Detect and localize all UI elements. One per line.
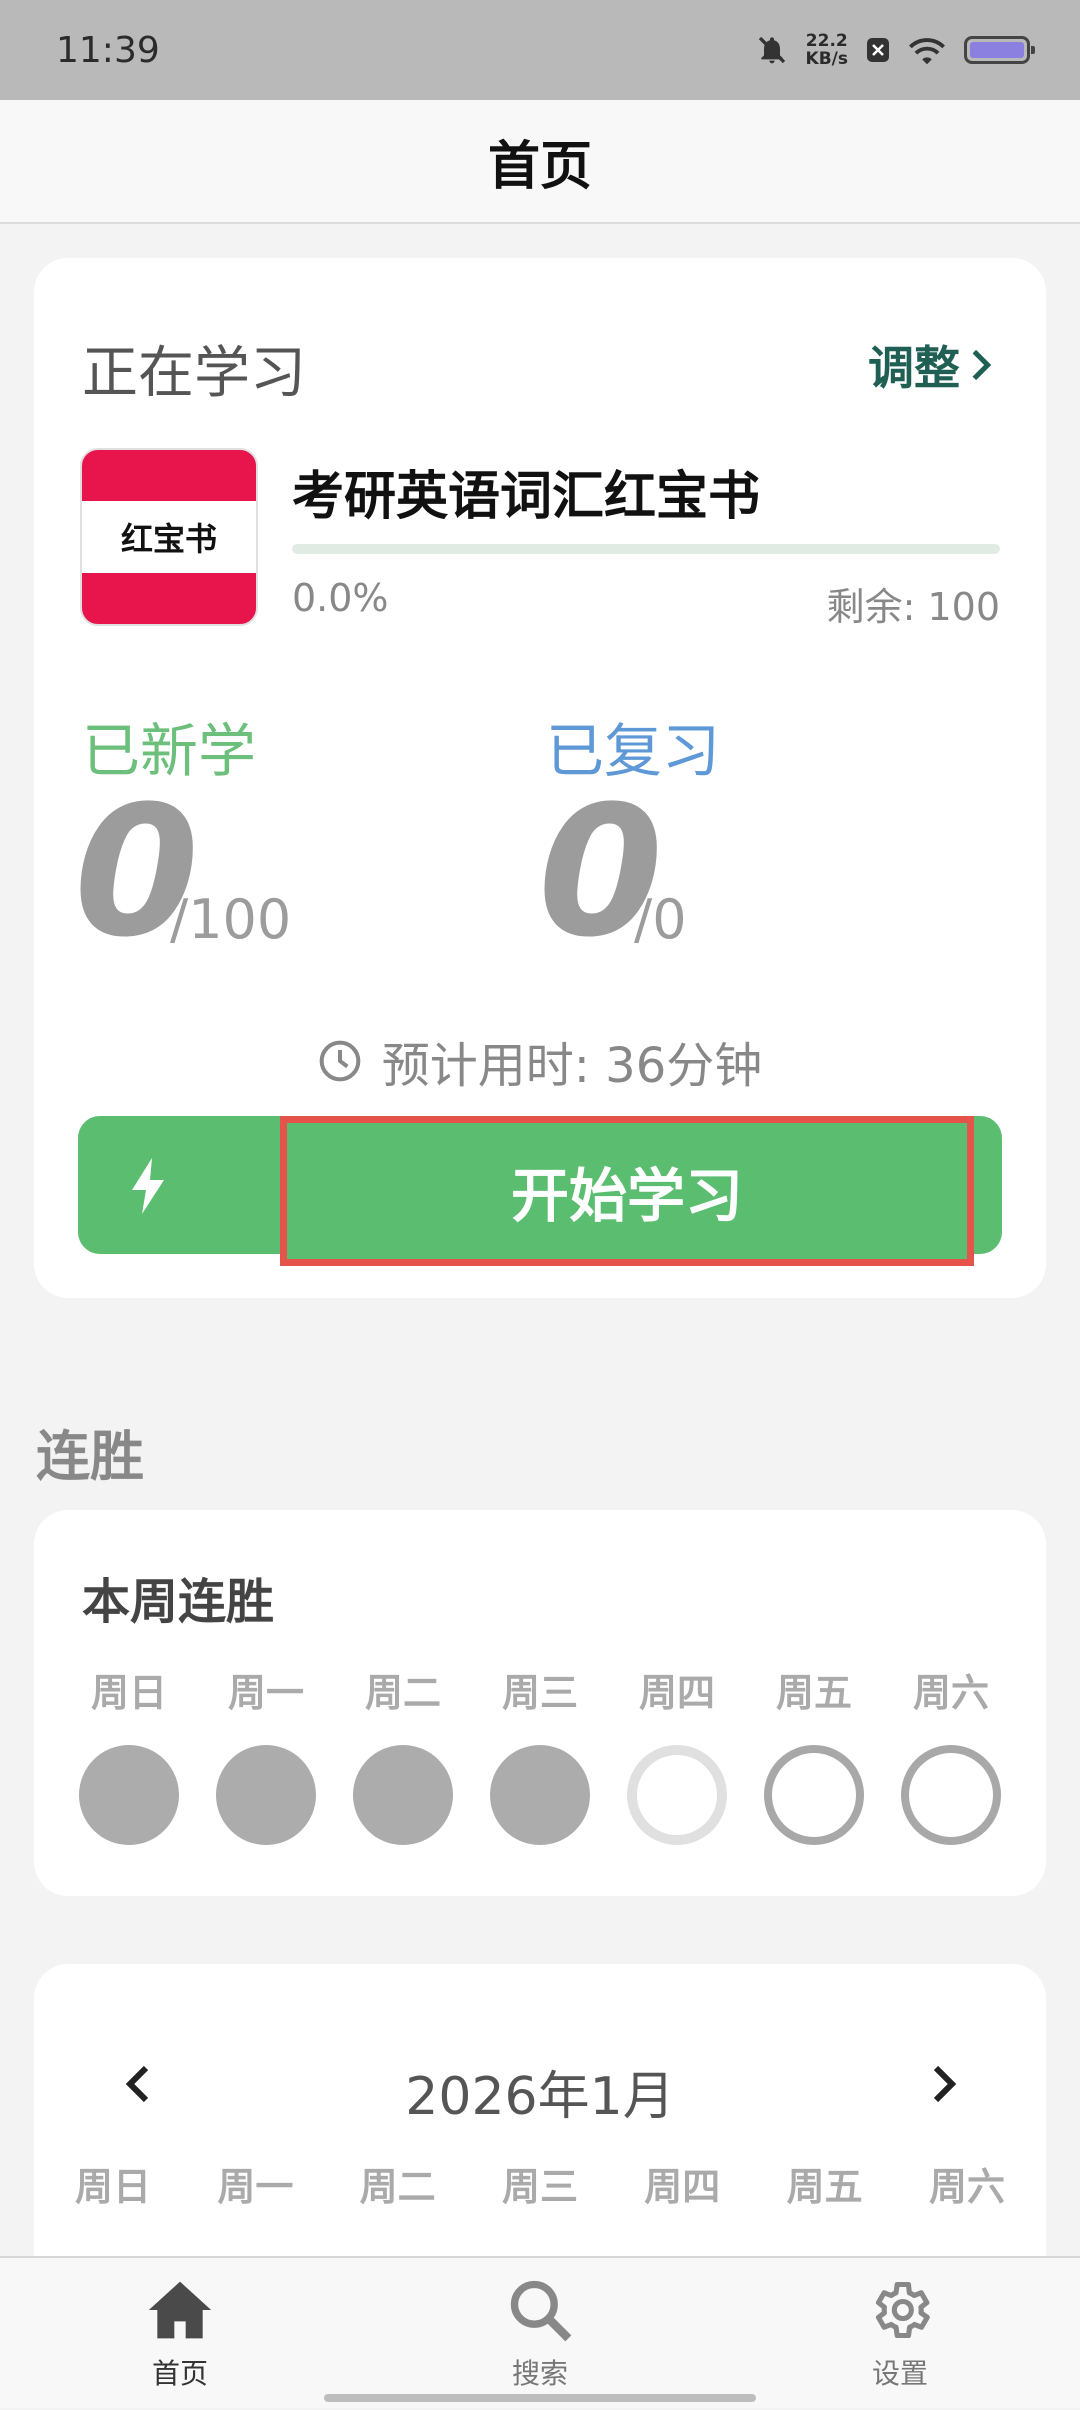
streak-day-dot <box>627 1745 727 1845</box>
nav-label-home: 首页 <box>151 2357 208 2390</box>
studying-label: 正在学习 <box>82 341 306 406</box>
calendar-weekday: 周四 <box>644 2165 721 2209</box>
calendar-month: 2026年1月 <box>405 2067 675 2127</box>
app-bar: 首页 <box>0 100 1080 224</box>
streak-heading: 连胜 <box>36 1425 144 1488</box>
calendar-weekdays: 周日 周一 周二 周三 周四 周五 周六 <box>48 2156 1032 2211</box>
wifi-icon <box>909 38 945 65</box>
estimated-time-text: 预计用时: 36分钟 <box>381 1038 763 1094</box>
calendar-weekday: 周一 <box>217 2165 294 2209</box>
net-speed-unit: KB/s <box>805 49 848 69</box>
current-study-card: 正在学习 调整 红宝书 考研英语词汇红宝书 0.0% 剩余: 100 已新学 已… <box>34 258 1046 1298</box>
start-study-button[interactable]: 开始学习 <box>280 1116 974 1266</box>
calendar-weekday: 周二 <box>359 2165 436 2209</box>
streak-day-label: 周五 <box>775 1671 852 1715</box>
streak-day-dot <box>901 1745 1001 1845</box>
streak-day-label: 周一 <box>227 1671 304 1715</box>
streak-day-label: 周六 <box>912 1671 989 1715</box>
book-cover-label: 红宝书 <box>82 501 256 573</box>
close-box-icon <box>867 38 889 62</box>
calendar-weekday: 周日 <box>74 2165 151 2209</box>
streak-day: 周五 <box>759 1662 869 1845</box>
nav-item-search[interactable]: 搜索 <box>440 2258 640 2410</box>
home-icon <box>148 2281 212 2339</box>
search-icon <box>510 2280 572 2342</box>
progress-percent: 0.0% <box>292 576 389 620</box>
remaining-count: 剩余: 100 <box>826 585 1000 629</box>
start-study-bar: 开始学习 <box>78 1116 1002 1266</box>
nav-label-settings: 设置 <box>871 2357 928 2390</box>
chevron-right-icon <box>972 349 992 381</box>
bell-off-icon <box>758 36 785 64</box>
adjust-label: 调整 <box>868 341 960 395</box>
streak-day: 周二 <box>348 1662 458 1845</box>
book-title: 考研英语词汇红宝书 <box>292 467 761 527</box>
streak-day: 周一 <box>211 1662 321 1845</box>
estimated-time: 预计用时: 36分钟 <box>34 1026 1046 1096</box>
calendar-weekday: 周五 <box>786 2165 863 2209</box>
weekly-streak-title: 本周连胜 <box>82 1574 275 1630</box>
book-cover[interactable]: 红宝书 <box>80 448 258 626</box>
streak-day-dot <box>216 1745 316 1845</box>
progress-bar <box>292 544 1000 554</box>
reviewed-total: /0 <box>634 888 687 951</box>
clock-icon <box>319 1040 361 1082</box>
streak-day-label: 周二 <box>364 1671 441 1715</box>
nav-item-settings[interactable]: 设置 <box>800 2258 1000 2410</box>
streak-day-label: 周日 <box>90 1671 167 1715</box>
lightning-icon <box>132 1158 164 1214</box>
calendar-weekday: 周六 <box>928 2165 1005 2209</box>
home-indicator <box>324 2394 756 2402</box>
status-bar: 11:39 22.2 KB/s <box>0 0 1080 100</box>
streak-day-label: 周三 <box>501 1671 578 1715</box>
streak-day: 周四 <box>622 1662 732 1845</box>
new-learned-total: /100 <box>170 888 292 951</box>
nav-item-home[interactable]: 首页 <box>80 2258 280 2410</box>
streak-day-label: 周四 <box>638 1671 715 1715</box>
nav-label-search: 搜索 <box>511 2357 568 2390</box>
chevron-right-icon[interactable] <box>924 2060 964 2108</box>
net-speed-value: 22.2 <box>805 31 848 51</box>
bottom-nav: 首页 搜索 设置 <box>0 2256 1080 2408</box>
weekly-streak-card: 本周连胜 周日 周一 周二 周三 周四 周五 周六 <box>34 1510 1046 1896</box>
streak-day: 周六 <box>896 1662 1006 1845</box>
adjust-button[interactable]: 调整 <box>868 332 996 398</box>
streak-day: 周日 <box>74 1662 184 1845</box>
battery-icon <box>964 36 1035 64</box>
gear-icon <box>875 2281 930 2339</box>
net-speed: 22.2 KB/s <box>806 32 848 68</box>
page-title: 首页 <box>487 136 592 197</box>
streak-day: 周三 <box>485 1662 595 1845</box>
status-time: 11:39 <box>56 29 160 71</box>
calendar-weekday: 周三 <box>501 2165 578 2209</box>
weekly-streak-days: 周日 周一 周二 周三 周四 周五 周六 <box>74 1662 1006 1845</box>
streak-day-dot <box>490 1745 590 1845</box>
streak-day-dot <box>79 1745 179 1845</box>
streak-day-dot <box>764 1745 864 1845</box>
status-icons: 22.2 KB/s <box>756 32 1035 68</box>
streak-day-dot <box>353 1745 453 1845</box>
